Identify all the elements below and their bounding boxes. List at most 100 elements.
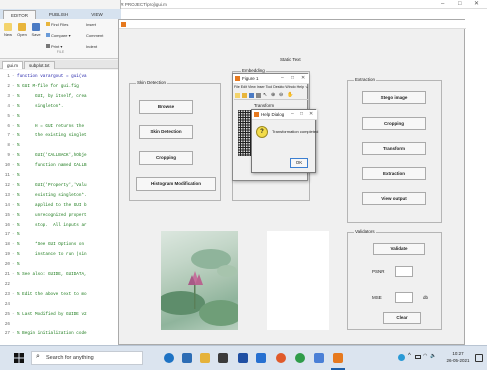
code-line[interactable]: 7-% the existing singlet	[0, 131, 121, 140]
code-line[interactable]: 25-% Last Modified by GUIDE v2	[0, 310, 121, 319]
tray-icons[interactable]: ^ ◠ 🔈	[398, 353, 438, 362]
print-button[interactable]: Print ▾	[46, 44, 76, 49]
db-unit-label: db	[423, 295, 429, 300]
taskbar-clock[interactable]: 10:27 26-05-2021	[446, 350, 470, 364]
code-line[interactable]: 9-% GUI('CALLBACK',hObje	[0, 151, 121, 160]
extraction-cropping-button[interactable]: Cropping	[362, 117, 426, 130]
toolbar-pointer-icon[interactable]: ↖	[263, 92, 267, 98]
code-line[interactable]: 19-% instance to run (sin	[0, 250, 121, 259]
wifi-icon[interactable]: ◠	[423, 353, 427, 359]
compare-button[interactable]: Compare ▾	[46, 33, 76, 38]
figure1-menu[interactable]: File Edit View Inser Tool Deskto Windo H…	[234, 85, 308, 89]
figure1-maximize-icon[interactable]: □	[291, 75, 294, 81]
toolbar-open-icon[interactable]	[242, 93, 247, 98]
code-line[interactable]: 1- function varargout = gui(va	[0, 72, 121, 81]
code-line[interactable]: 4-% singleton*.	[0, 102, 121, 111]
line-number: 19	[4, 252, 10, 258]
file-tab-subplot[interactable]: subplot.txt	[24, 61, 55, 69]
code-line[interactable]: 27-% Begin initialization code	[0, 329, 121, 338]
code-line[interactable]: 18-% *See GUI Options on	[0, 240, 121, 249]
figure1-minimize-icon[interactable]: –	[281, 75, 284, 81]
code-line[interactable]: 5-%	[0, 112, 121, 121]
battery-icon[interactable]	[415, 355, 421, 359]
file-explorer-icon[interactable]	[200, 353, 210, 363]
close-icon[interactable]: ✕	[474, 0, 479, 9]
psnr-field[interactable]	[395, 266, 413, 277]
breakpoint-marker[interactable]	[12, 280, 17, 289]
clear-button[interactable]: Clear	[383, 312, 421, 324]
transform-button[interactable]: Transform	[362, 142, 426, 155]
notification-icon[interactable]	[475, 354, 483, 362]
code-line[interactable]: 3-% GUI, by itself, crea	[0, 92, 121, 101]
insert-button[interactable]: Insert	[86, 22, 116, 27]
code-line[interactable]: 26	[0, 320, 121, 329]
app-green-icon[interactable]	[295, 353, 305, 363]
code-line[interactable]: 24	[0, 300, 121, 309]
find-files-button[interactable]: Find Files	[46, 22, 76, 27]
indent-button[interactable]: Indent	[86, 44, 116, 49]
toolbar-print-icon[interactable]	[256, 93, 261, 98]
mse-field[interactable]	[395, 292, 413, 303]
open-button[interactable]: Open	[16, 23, 28, 37]
view-output-button[interactable]: View output	[362, 192, 426, 205]
toolbar-zoom-out-icon[interactable]: ⊖	[279, 92, 283, 98]
code-line[interactable]: 17-%	[0, 230, 121, 239]
volume-icon[interactable]: 🔈	[430, 353, 436, 359]
code-line[interactable]: 12-% GUI('Property','Valu	[0, 181, 121, 190]
code-line[interactable]: 22	[0, 280, 121, 289]
code-line[interactable]: 15-% unrecognized propert	[0, 211, 121, 220]
breakpoint-marker[interactable]	[12, 300, 17, 309]
tab-editor[interactable]: EDITOR	[3, 10, 36, 19]
extraction-button[interactable]: Extraction	[362, 167, 426, 180]
code-line[interactable]: 13-% existing singleton*.	[0, 191, 121, 200]
app-blue-icon[interactable]	[314, 353, 324, 363]
tab-publish[interactable]: PUBLISH	[42, 10, 75, 19]
code-line[interactable]: 8-%	[0, 141, 121, 150]
app-s-icon[interactable]	[238, 353, 248, 363]
browse-button[interactable]: Browse	[139, 100, 193, 114]
validate-button[interactable]: Validate	[373, 243, 425, 255]
stego-image-button[interactable]: Stego image	[362, 91, 426, 104]
code-line[interactable]: 20-%	[0, 260, 121, 269]
minimize-icon[interactable]: –	[441, 0, 444, 9]
code-line[interactable]: 11-%	[0, 171, 121, 180]
save-button[interactable]: Save	[30, 23, 42, 37]
matlab-taskbar-icon[interactable]	[333, 353, 343, 363]
toolbar-pan-icon[interactable]: ✋	[287, 92, 293, 98]
tab-view[interactable]: VIEW	[82, 10, 112, 19]
edge-icon[interactable]	[164, 353, 174, 363]
code-area[interactable]: 1- function varargout = gui(va 2-% GUI M-f…	[0, 70, 121, 345]
chrome-icon[interactable]	[276, 353, 286, 363]
line-number: 9	[7, 153, 10, 159]
ok-button[interactable]: OK	[290, 158, 308, 168]
help-dialog-minimize-icon[interactable]: –	[291, 111, 294, 117]
start-button[interactable]	[14, 353, 24, 363]
code-line[interactable]: 2-% GUI M-file for gui.fig	[0, 82, 121, 91]
skin-detection-button[interactable]: Skin Detection	[139, 125, 193, 139]
task-view-icon[interactable]	[182, 353, 192, 363]
store-icon[interactable]	[218, 353, 228, 363]
new-button[interactable]: New	[2, 23, 14, 37]
toolbar-save-icon[interactable]	[249, 93, 254, 98]
code-line[interactable]: 16-% stop. All inputs ar	[0, 221, 121, 230]
help-dialog-close-icon[interactable]: ✕	[309, 111, 313, 117]
taskbar-search-box[interactable]: ⌕ Search for anything	[31, 351, 143, 365]
histogram-modification-button[interactable]: Histogram Modification	[136, 177, 216, 191]
code-line[interactable]: 23-% Edit the above text to mo	[0, 290, 121, 299]
figure1-close-icon[interactable]: ✕	[301, 75, 305, 81]
maximize-icon[interactable]: □	[458, 0, 462, 9]
code-line[interactable]: 10-% function named CALLB	[0, 161, 121, 170]
comment-button[interactable]: Comment	[86, 33, 116, 38]
cropping-button[interactable]: Cropping	[139, 151, 193, 165]
toolbar-zoom-in-icon[interactable]: ⊕	[271, 92, 275, 98]
code-line[interactable]: 21-% See also: GUIDE, GUIDATA,	[0, 270, 121, 279]
code-line[interactable]: 14-% applied to the GUI b	[0, 201, 121, 210]
tray-chevron-icon[interactable]: ^	[408, 353, 411, 359]
help-dialog-maximize-icon[interactable]: □	[300, 111, 303, 117]
tray-app-icon[interactable]	[398, 354, 405, 361]
breakpoint-marker[interactable]	[12, 320, 17, 329]
file-tab-gui[interactable]: gui.m	[2, 61, 24, 69]
code-line[interactable]: 6-% H = GUI returns the	[0, 122, 121, 131]
toolbar-new-icon[interactable]	[235, 93, 240, 98]
mail-icon[interactable]	[256, 353, 266, 363]
